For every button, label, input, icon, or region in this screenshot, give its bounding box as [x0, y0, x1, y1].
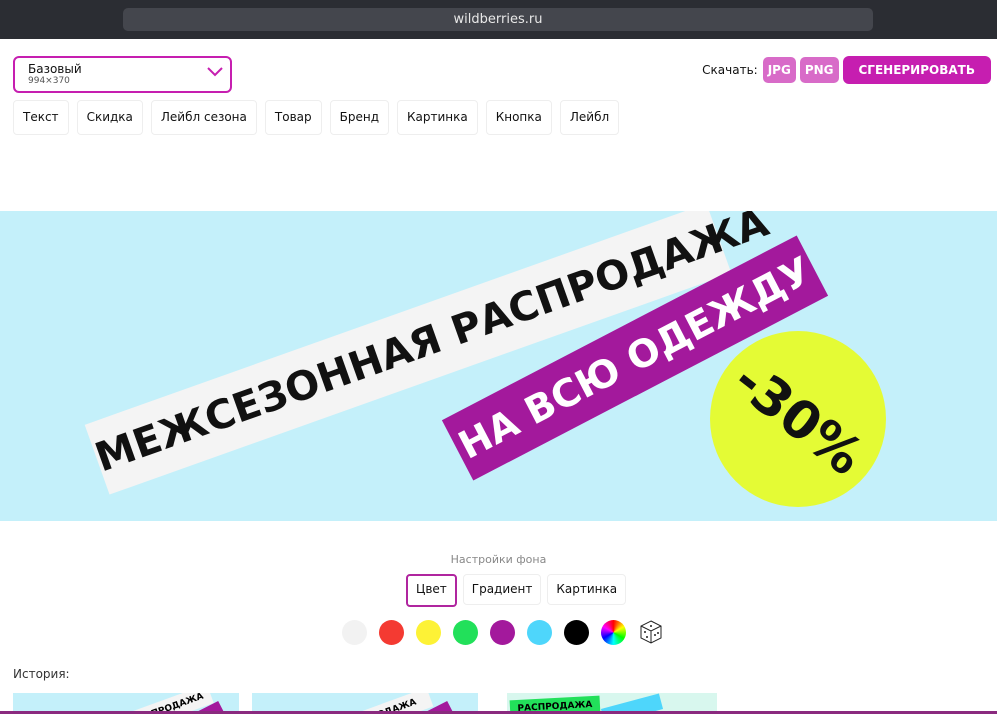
element-tabs: Текст Скидка Лейбл сезона Товар Бренд Ка… — [13, 100, 620, 135]
banner-preview: МЕЖСЕЗОННАЯ РАСПРОДАЖА НА ВСЮ ОДЕЖДУ -30… — [0, 211, 997, 521]
swatch-red[interactable] — [379, 619, 404, 645]
download-controls: Скачать: JPG PNG СГЕНЕРИРОВАТЬ — [702, 56, 991, 84]
chevron-down-icon — [207, 67, 223, 77]
history-label: История: — [13, 667, 70, 681]
swatch-white[interactable] — [342, 619, 367, 645]
swatch-black[interactable] — [564, 619, 589, 645]
tab-discount[interactable]: Скидка — [76, 100, 143, 135]
tab-button[interactable]: Кнопка — [485, 100, 552, 135]
tab-product[interactable]: Товар — [264, 100, 322, 135]
tab-gradient[interactable]: Градиент — [462, 574, 542, 605]
background-tabs: Цвет Градиент Картинка — [406, 574, 627, 607]
color-swatches — [342, 619, 664, 645]
tab-color[interactable]: Цвет — [406, 574, 457, 607]
color-wheel-icon[interactable] — [601, 619, 626, 645]
tab-picture[interactable]: Картинка — [547, 574, 627, 605]
tab-label[interactable]: Лейбл — [559, 100, 620, 135]
discount-badge[interactable]: -30% — [710, 331, 886, 507]
template-select[interactable]: Базовый 994×370 — [13, 56, 232, 93]
tab-text[interactable]: Текст — [13, 100, 69, 135]
jpg-button[interactable]: JPG — [762, 57, 796, 83]
generate-button[interactable]: СГЕНЕРИРОВАТЬ — [842, 56, 991, 84]
background-settings-title: Настройки фона — [450, 553, 547, 566]
swatch-green[interactable] — [453, 619, 478, 645]
tab-brand[interactable]: Бренд — [329, 100, 389, 135]
png-button[interactable]: PNG — [799, 57, 839, 83]
template-title: Базовый — [28, 62, 82, 76]
swatch-cyan[interactable] — [527, 619, 552, 645]
browser-toolbar: wildberries.ru — [0, 0, 997, 39]
download-label: Скачать: — [702, 63, 758, 77]
tab-image[interactable]: Картинка — [396, 100, 478, 135]
swatch-purple[interactable] — [490, 619, 515, 645]
swatch-yellow[interactable] — [416, 619, 441, 645]
template-size: 994×370 — [28, 76, 70, 86]
tab-season-label[interactable]: Лейбл сезона — [150, 100, 257, 135]
address-bar[interactable]: wildberries.ru — [123, 8, 873, 31]
random-dice-icon[interactable] — [638, 619, 664, 645]
